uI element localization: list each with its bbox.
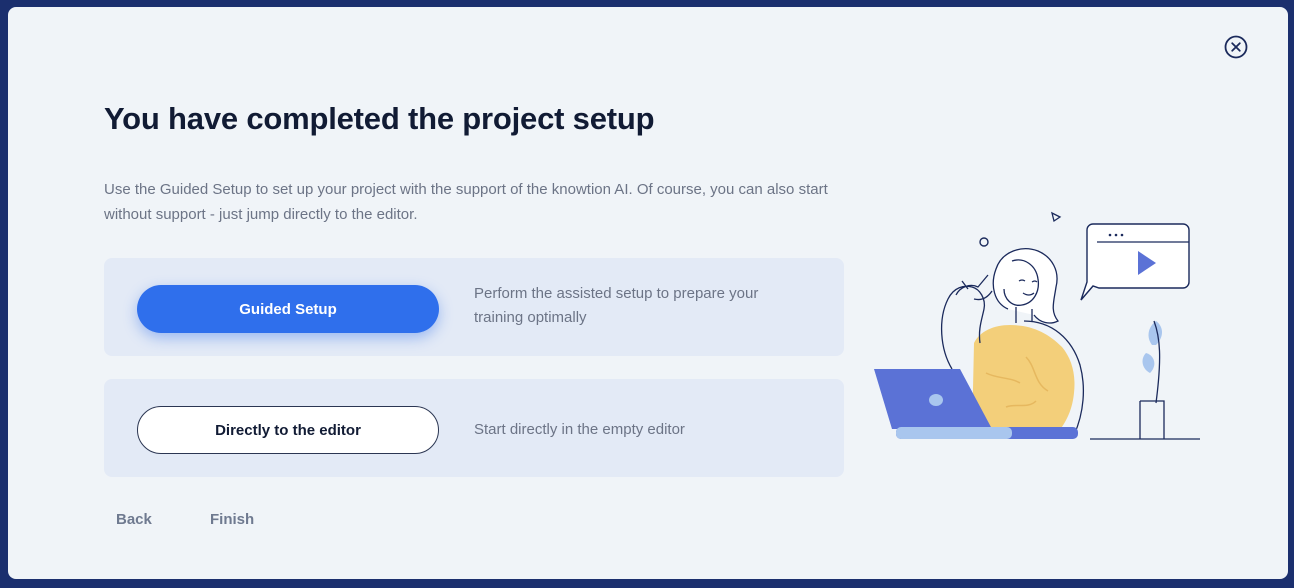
video-bubble-icon <box>1080 223 1190 301</box>
direct-editor-description: Start directly in the empty editor <box>474 421 685 438</box>
floating-circle-shape <box>979 237 989 247</box>
guided-setup-option: Guided Setup Perform the assisted setup … <box>104 258 844 356</box>
floating-triangle-shape <box>1051 211 1062 223</box>
guided-setup-description: Perform the assisted setup to prepare yo… <box>474 285 759 326</box>
back-button[interactable]: Back <box>116 511 152 528</box>
dialog-description: Use the Guided Setup to set up your proj… <box>104 181 828 223</box>
plant-icon <box>1139 320 1165 439</box>
directly-to-editor-button[interactable]: Directly to the editor <box>137 406 439 454</box>
close-button[interactable] <box>1224 35 1248 59</box>
person-with-laptop-illustration <box>874 211 1200 440</box>
guided-setup-button[interactable]: Guided Setup <box>137 285 439 333</box>
setup-complete-dialog: You have completed the project setup Use… <box>8 7 1288 579</box>
direct-editor-option: Directly to the editor Start directly in… <box>104 379 844 477</box>
close-icon <box>1224 35 1248 59</box>
dialog-title: You have completed the project setup <box>104 101 655 136</box>
finish-button[interactable]: Finish <box>210 511 254 528</box>
